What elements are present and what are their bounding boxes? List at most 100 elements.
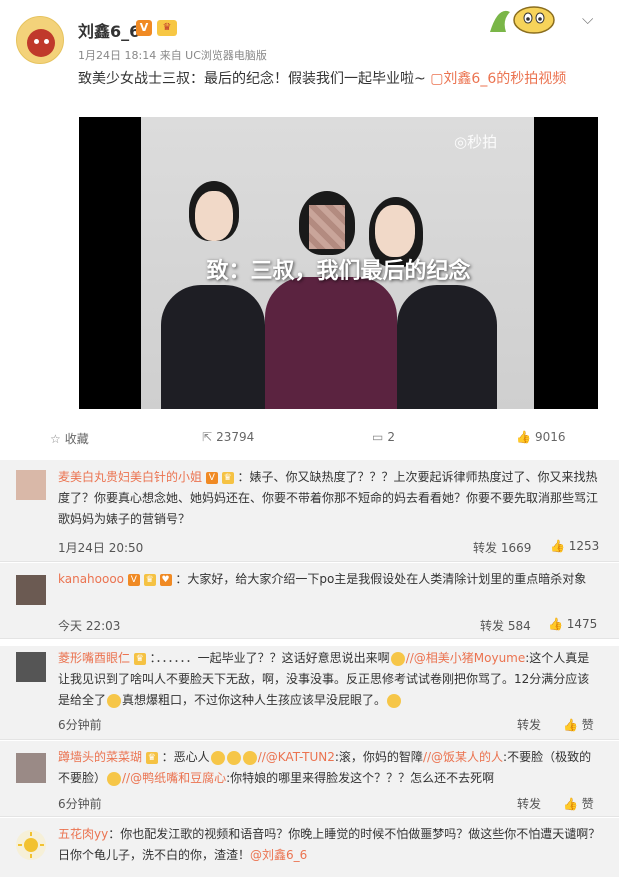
emoji-icon: [107, 771, 122, 786]
avatar-eye-icon: [44, 39, 49, 44]
comment-body-b: :滚，你妈的智障: [334, 750, 423, 764]
weibo-post: 刘鑫6_6 V ♛ 1月24日 18:14 来自 UC浏览器电脑版 ⌵ 致美少女…: [0, 0, 619, 460]
comment-forward-button[interactable]: 转发 1669: [473, 539, 531, 556]
emoji-icon: [210, 750, 225, 765]
comment-body-a: ：恶心人: [161, 750, 210, 764]
user-avatar[interactable]: [16, 16, 64, 64]
mention-link[interactable]: //@KAT-TUN2: [258, 750, 335, 764]
sticker-decoration-icon: [490, 6, 555, 34]
comment-time: 今天 22:03: [58, 619, 121, 633]
commenter-avatar[interactable]: [16, 830, 46, 860]
emoji-icon: [387, 693, 402, 708]
comment-like-label: 赞: [581, 797, 594, 811]
comment-forward-button[interactable]: 转发: [517, 795, 541, 812]
video-link-label: 刘鑫6_6的秒拍视频: [443, 71, 567, 87]
comment-like-button[interactable]: 👍 1475: [548, 617, 597, 631]
repost-button[interactable]: ⇱ 23794: [202, 430, 254, 444]
avatar-face-icon: [27, 29, 55, 57]
member-crown-icon: ♛: [157, 20, 177, 36]
commenter-name[interactable]: 五花肉yy: [58, 827, 108, 841]
commenter-name[interactable]: 菱形嘴酉眼仁: [58, 651, 130, 665]
verified-v-icon: V: [136, 20, 152, 36]
favorite-label: 收藏: [64, 432, 89, 446]
comment-like-count: 1475: [566, 617, 598, 631]
comment-item: kanahoooo V ♛ ♥ ：大家好，给大家介绍一下po主是我假设处在人类清…: [0, 563, 619, 639]
emoji-icon: [390, 651, 405, 666]
mention-link[interactable]: @刘鑫6_6: [250, 848, 307, 862]
comment-like-count: 1253: [568, 539, 600, 553]
comment-body-a: ：你也配发江歌的视频和语音吗？你晚上睡觉的时候不怕做噩梦吗？做这些你不怕遭天谴啊…: [58, 827, 601, 862]
thumbs-up-icon: 👍: [516, 430, 531, 444]
mention-link[interactable]: //@饭某人的人: [423, 750, 503, 764]
comment-body-d: :你特娘的哪里来得脸发这个？？？怎么还不去死啊: [226, 771, 495, 785]
comment-like-button[interactable]: 👍 1253: [550, 539, 599, 553]
blurred-face: [309, 205, 345, 249]
repost-icon: ⇱: [202, 430, 213, 444]
comment-like-button[interactable]: 👍 赞: [563, 716, 594, 733]
commenter-avatar[interactable]: [16, 753, 46, 783]
member-crown-icon: ♛: [133, 652, 146, 665]
comment-body-c: 真想爆粗口，不过你这种人生孩应该早没屁眼了。: [122, 693, 387, 707]
avatar-eye-icon: [34, 39, 39, 44]
chevron-down-icon[interactable]: ⌵: [582, 10, 593, 28]
member-crown-icon: ♛: [145, 751, 158, 764]
video-play-icon: ▢: [430, 71, 444, 87]
comment-count: 2: [387, 430, 395, 444]
commenter-avatar[interactable]: [16, 470, 46, 500]
comment-text: 五花肉yy：你也配发江歌的视频和语音吗？你晚上睡觉的时候不怕做噩梦吗？做这些你不…: [58, 824, 601, 866]
like-count: 9016: [534, 430, 566, 444]
member-crown-icon: ♛: [143, 573, 156, 586]
post-text: 致美少女战士三叔：最后的纪念！假装我们一起毕业啦~ ▢刘鑫6_6的秒拍视频: [78, 68, 566, 88]
verified-v-icon: V: [127, 573, 140, 586]
comment-text: 麦美白丸贵妇美白针的小姐 V ♛ ：婊子、你又缺热度了？？？上次要起诉律师热度过…: [58, 467, 601, 530]
post-username[interactable]: 刘鑫6_6: [78, 18, 140, 42]
watermark-text: 秒拍: [467, 133, 498, 151]
video-watermark: ◎秒拍: [454, 131, 497, 152]
repost-count: 23794: [216, 430, 255, 444]
comment-text: 菱形嘴酉眼仁 ♛ ：．．．．．．一起毕业了？？这话好意思说出来啊 //@相美小猪M…: [58, 648, 601, 711]
heart-badge-icon: ♥: [159, 573, 172, 586]
commenter-name[interactable]: 蹲墙头的菜菜瑚: [58, 750, 142, 764]
verified-v-icon: V: [205, 471, 218, 484]
post-actions: ☆ 收藏 ⇱ 23794 ▭ 2 👍 9016: [0, 424, 619, 456]
member-crown-icon: ♛: [221, 471, 234, 484]
sun-avatar-icon: [18, 832, 44, 858]
comment-text: kanahoooo V ♛ ♥ ：大家好，给大家介绍一下po主是我假设处在人类清…: [58, 569, 601, 590]
comment-time: 6分钟前: [58, 718, 102, 732]
comment-item: 麦美白丸贵妇美白针的小姐 V ♛ ：婊子、你又缺热度了？？？上次要起诉律师热度过…: [0, 460, 619, 562]
favorite-button[interactable]: ☆ 收藏: [50, 430, 89, 447]
mention-link[interactable]: //@相美小猪Moyume: [406, 651, 526, 665]
comment-body-a: ：．．．．．．一起毕业了？？这话好意思说出来啊: [149, 651, 390, 665]
comment-time: 1月24日 20:50: [58, 541, 144, 555]
commenter-avatar[interactable]: [16, 575, 46, 605]
video-link[interactable]: ▢刘鑫6_6的秒拍视频: [430, 71, 566, 87]
comment-time: 6分钟前: [58, 797, 102, 811]
comment-button[interactable]: ▭ 2: [372, 430, 395, 444]
emoji-icon: [242, 750, 257, 765]
like-button[interactable]: 👍 9016: [516, 430, 566, 444]
comment-like-button[interactable]: 👍 赞: [563, 795, 594, 812]
comment-body: ：大家好，给大家介绍一下po主是我假设处在人类清除计划里的重点暗杀对象: [175, 572, 587, 586]
post-meta: 1月24日 18:14 来自 UC浏览器电脑版: [78, 49, 267, 62]
comment-like-label: 赞: [581, 718, 594, 732]
commenter-name[interactable]: 麦美白丸贵妇美白针的小姐: [58, 470, 202, 484]
star-icon: ☆: [50, 432, 61, 446]
comment-item: 蹲墙头的菜菜瑚 ♛ ：恶心人 //@KAT-TUN2:滚，你妈的智障//@饭某人的…: [0, 741, 619, 817]
thumbs-up-icon: 👍: [563, 797, 578, 811]
thumbs-up-icon: 👍: [548, 617, 563, 631]
comment-icon: ▭: [372, 430, 384, 444]
emoji-icon: [107, 693, 122, 708]
miaopai-logo-icon: ◎: [454, 133, 468, 151]
comment-item: 五花肉yy：你也配发江歌的视频和语音吗？你晚上睡觉的时候不怕做噩梦吗？做这些你不…: [0, 818, 619, 877]
video-player[interactable]: ◎秒拍 致：三叔，我们最后的纪念: [79, 117, 598, 409]
comment-item: 菱形嘴酉眼仁 ♛ ：．．．．．．一起毕业了？？这话好意思说出来啊 //@相美小猪M…: [0, 646, 619, 740]
mention-link[interactable]: //@鸭纸嘴和豆腐心: [122, 771, 226, 785]
commenter-name[interactable]: kanahoooo: [58, 572, 124, 586]
thumbs-up-icon: 👍: [563, 718, 578, 732]
comment-forward-button[interactable]: 转发: [517, 716, 541, 733]
video-caption: 致：三叔，我们最后的纪念: [206, 259, 471, 284]
comment-forward-button[interactable]: 转发 584: [480, 617, 531, 634]
commenter-avatar[interactable]: [16, 652, 46, 682]
comment-text: 蹲墙头的菜菜瑚 ♛ ：恶心人 //@KAT-TUN2:滚，你妈的智障//@饭某人的…: [58, 747, 601, 789]
emoji-icon: [226, 750, 241, 765]
